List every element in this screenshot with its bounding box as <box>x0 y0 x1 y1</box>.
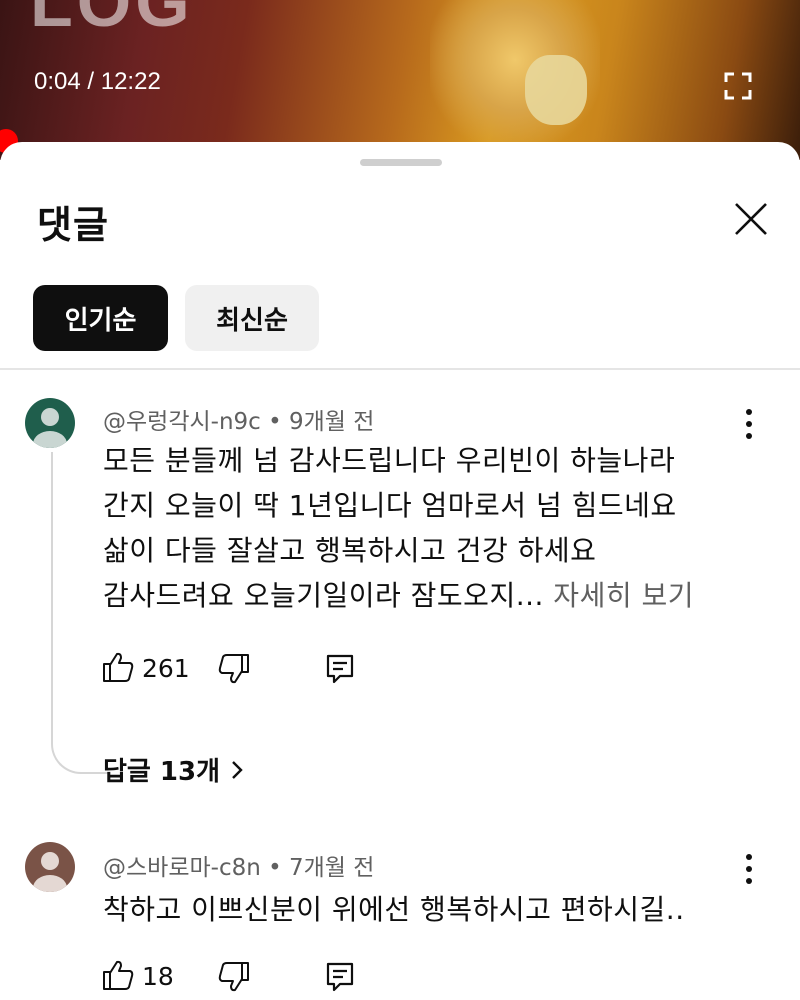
like-count: 261 <box>142 654 190 683</box>
like-count: 18 <box>142 962 174 991</box>
sort-tab-top[interactable]: 인기순 <box>33 285 168 351</box>
view-replies-button[interactable]: 답글 13개 <box>103 751 244 788</box>
reply-icon[interactable] <box>323 652 357 686</box>
thumbs-down-icon[interactable] <box>217 652 251 686</box>
time-separator: / <box>80 68 101 95</box>
sort-tab-newest[interactable]: 최신순 <box>185 285 319 351</box>
comment-line: 감사드려요 오늘기일이라 잠도오지... <box>103 579 544 612</box>
video-frame-object <box>525 55 587 125</box>
thumbs-up-icon[interactable] <box>101 650 135 684</box>
drag-handle[interactable] <box>360 159 442 166</box>
reply-thread-line <box>51 452 108 774</box>
avatar[interactable] <box>25 398 75 448</box>
video-player[interactable]: LOG 0:04 / 12:22 <box>0 0 800 160</box>
comments-title: 댓글 <box>37 203 109 247</box>
replies-label: 답글 13개 <box>103 757 220 787</box>
comment-line: 착하고 이쁘신분이 위에선 행복하시고 편하시길.. <box>103 893 685 926</box>
read-more-link[interactable]: 자세히 보기 <box>544 579 694 612</box>
comment-author[interactable]: @우렁각시-n9c <box>103 409 261 435</box>
chevron-right-icon <box>232 760 243 779</box>
more-vert-icon[interactable] <box>742 407 756 441</box>
video-logo-text: LOG <box>30 0 194 41</box>
comment-time: 7개월 전 <box>289 855 375 881</box>
comment-meta: @스바로마-c8n • 7개월 전 <box>103 855 375 881</box>
thumbs-up-icon[interactable] <box>101 958 135 992</box>
video-time-display: 0:04 / 12:22 <box>34 68 161 96</box>
fullscreen-icon[interactable] <box>724 72 752 100</box>
comment-line: 간지 오늘이 딱 1년입니다 엄마로서 넘 힘드네요 <box>103 489 677 522</box>
comment-time: 9개월 전 <box>289 409 375 435</box>
comments-sheet: 댓글 인기순 최신순 @우렁각시-n9c • 9개월 전 모든 분들께 넘 감사… <box>0 142 800 1000</box>
comment-text: 모든 분들께 넘 감사드립니다 우리빈이 하늘나라 간지 오늘이 딱 1년입니다… <box>103 438 694 618</box>
comment-author[interactable]: @스바로마-c8n <box>103 855 261 881</box>
current-time: 0:04 <box>34 68 81 95</box>
avatar[interactable] <box>25 842 75 892</box>
close-icon[interactable] <box>732 200 770 238</box>
video-duration: 12:22 <box>100 68 161 95</box>
comment-meta: @우렁각시-n9c • 9개월 전 <box>103 409 375 435</box>
comment-line: 삶이 다들 잘살고 행복하시고 건강 하세요 <box>103 534 597 567</box>
thumbs-down-icon[interactable] <box>217 960 251 994</box>
comment-line: 모든 분들께 넘 감사드립니다 우리빈이 하늘나라 <box>103 444 676 477</box>
more-vert-icon[interactable] <box>742 852 756 886</box>
comment-text: 착하고 이쁘신분이 위에선 행복하시고 편하시길.. <box>103 887 685 932</box>
reply-icon[interactable] <box>323 960 357 994</box>
divider <box>0 368 800 370</box>
